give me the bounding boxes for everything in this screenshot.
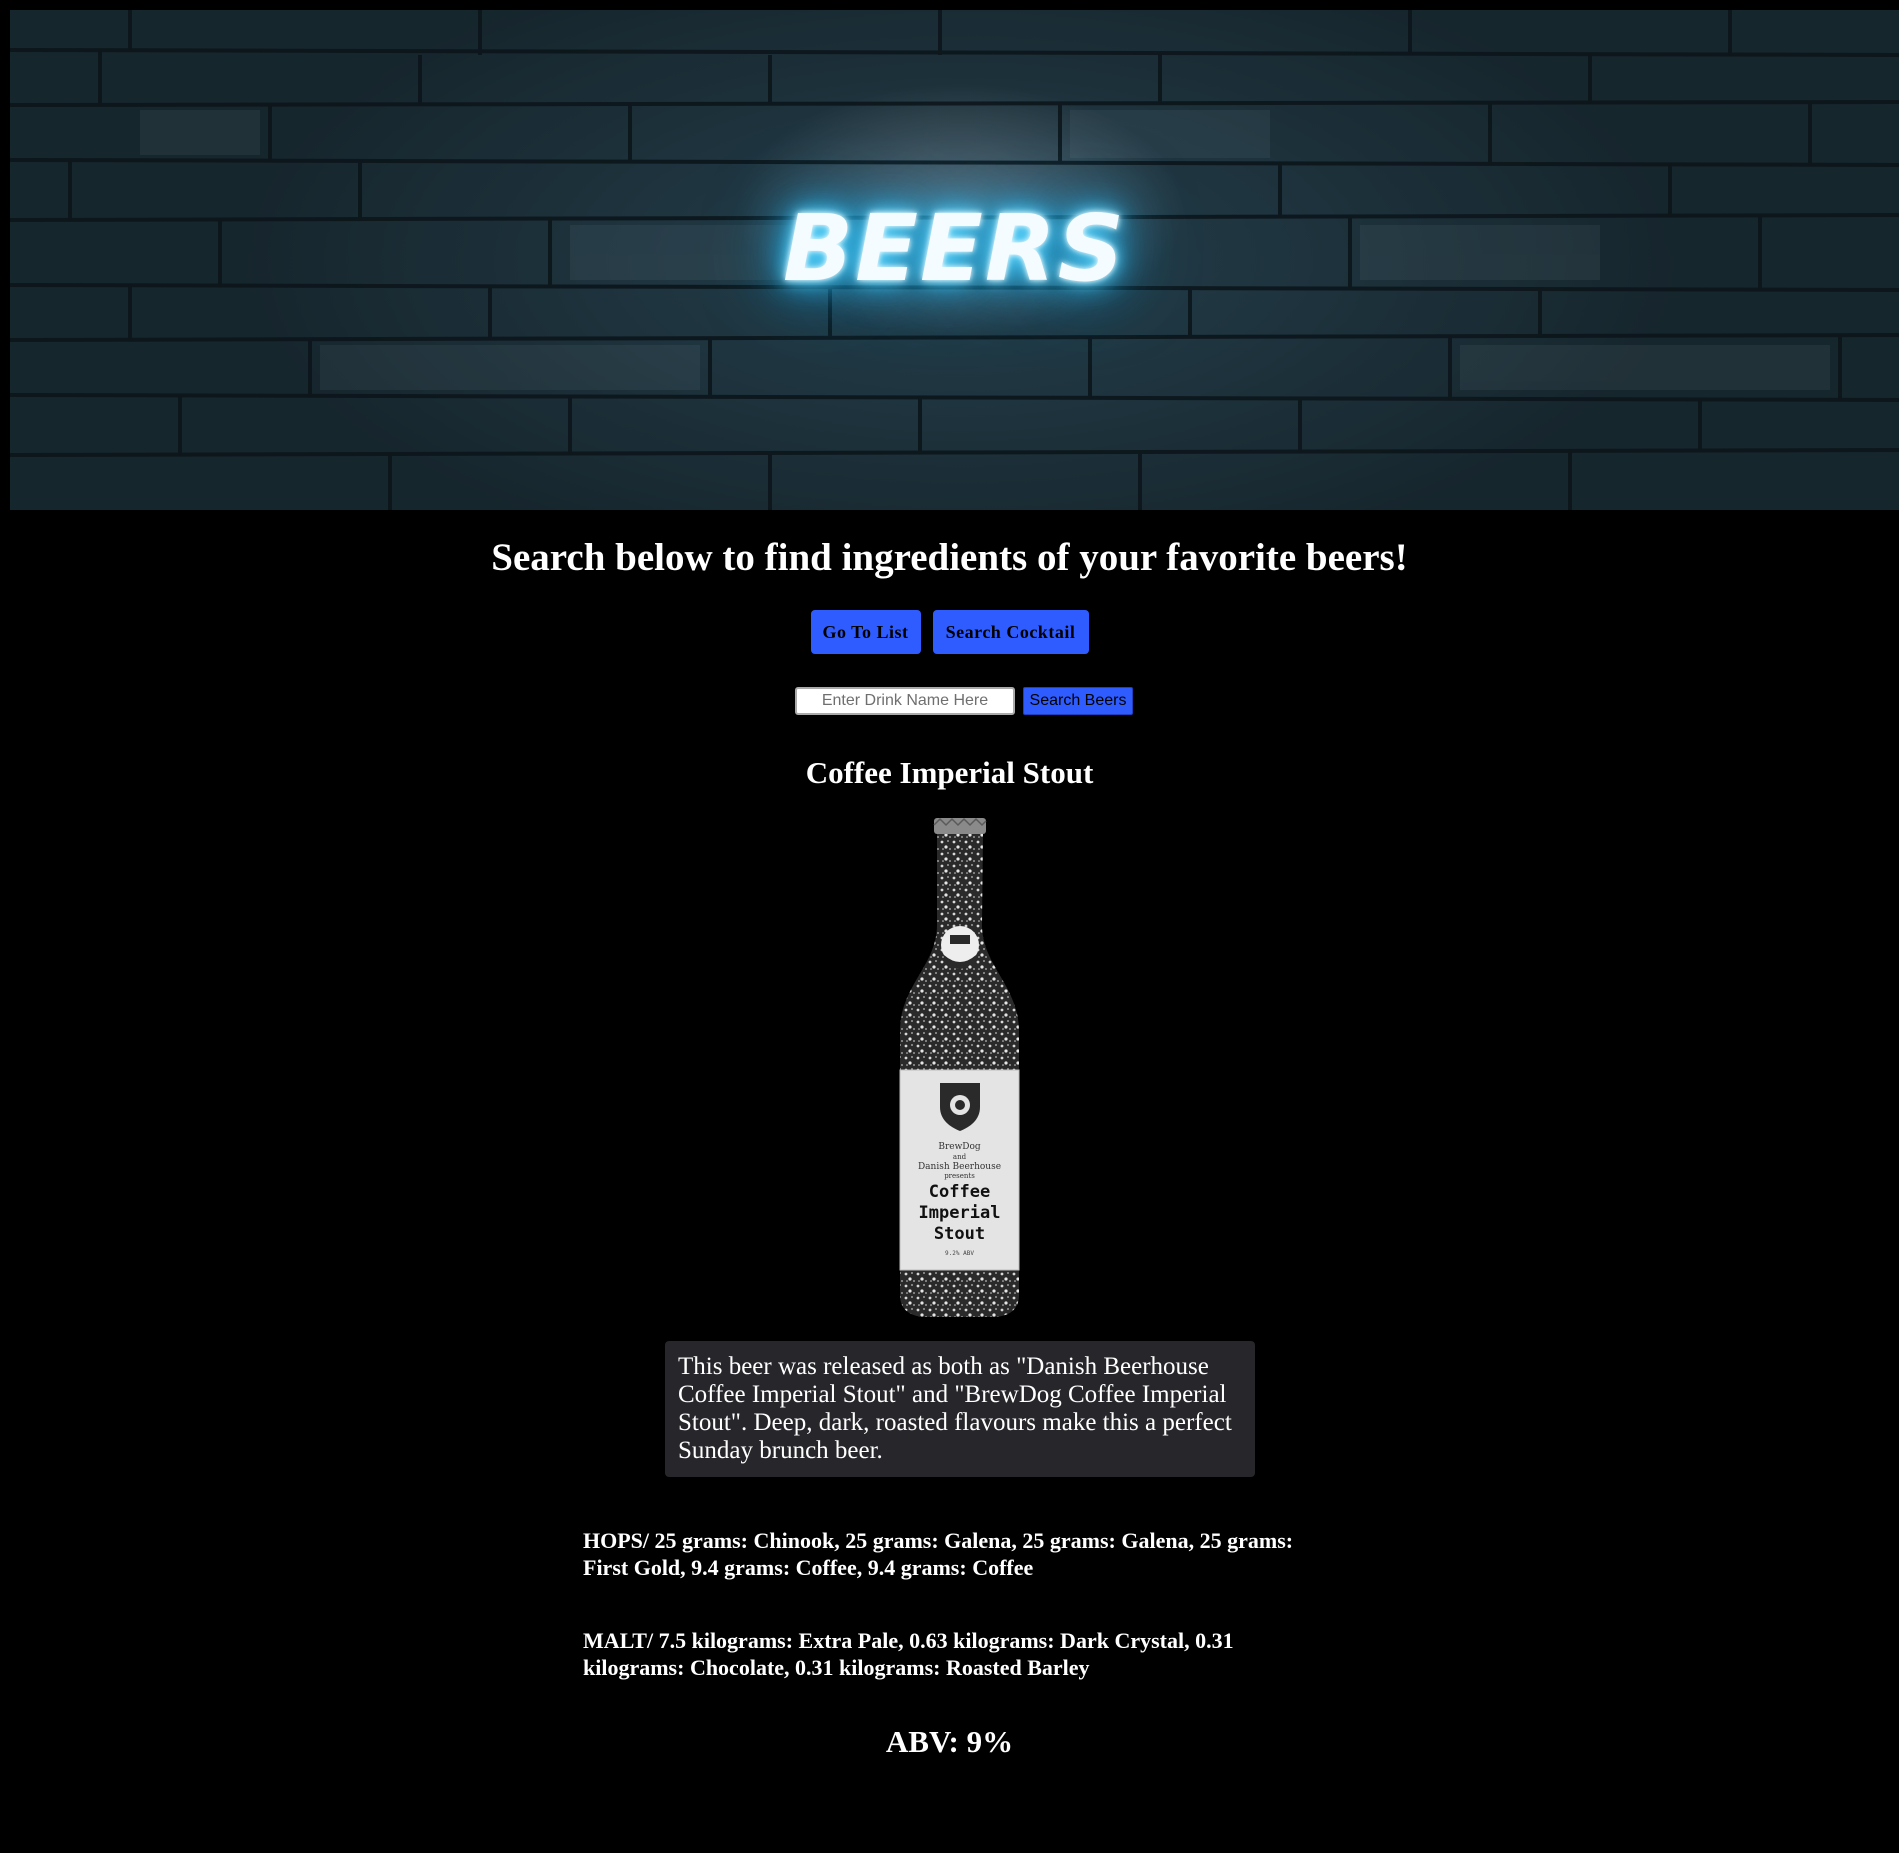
abv-value: ABV: 9%	[885, 1724, 1014, 1759]
hops-list: HOPS/ 25 grams: Chinook, 25 grams: Galen…	[583, 1528, 1294, 1580]
nav-buttons: Go To List Search Cocktail	[0, 610, 1899, 654]
page-heading: Search below to find ingredients of your…	[491, 536, 1408, 579]
svg-text:presents: presents	[944, 1172, 975, 1180]
svg-text:9.2% ABV: 9.2% ABV	[945, 1250, 974, 1257]
search-beers-button[interactable]: Search Beers	[1023, 687, 1133, 715]
svg-text:BrewDog: BrewDog	[938, 1142, 981, 1152]
svg-text:Stout: Stout	[934, 1224, 985, 1244]
beer-description: This beer was released as both as "Danis…	[665, 1341, 1255, 1477]
beer-bottle-image: BrewDog and Danish Beerhouse presents Co…	[892, 815, 1027, 1320]
svg-text:Coffee: Coffee	[929, 1182, 990, 1202]
search-form: Search Beers	[795, 687, 1133, 715]
svg-text:Danish Beerhouse: Danish Beerhouse	[918, 1162, 1001, 1172]
go-to-list-button[interactable]: Go To List	[810, 610, 921, 654]
svg-text:Imperial: Imperial	[919, 1203, 1001, 1223]
banner-title: BEERS	[783, 195, 1126, 302]
drink-search-input[interactable]	[795, 687, 1015, 715]
search-cocktail-button[interactable]: Search Cocktail	[932, 610, 1089, 654]
page: BEERS Search below to find ingredients o…	[0, 0, 1899, 1853]
svg-text:and: and	[953, 1153, 967, 1161]
beer-name: Coffee Imperial Stout	[805, 755, 1094, 790]
hero-banner: BEERS	[10, 10, 1899, 510]
malt-list: MALT/ 7.5 kilograms: Extra Pale, 0.63 ki…	[583, 1628, 1234, 1680]
